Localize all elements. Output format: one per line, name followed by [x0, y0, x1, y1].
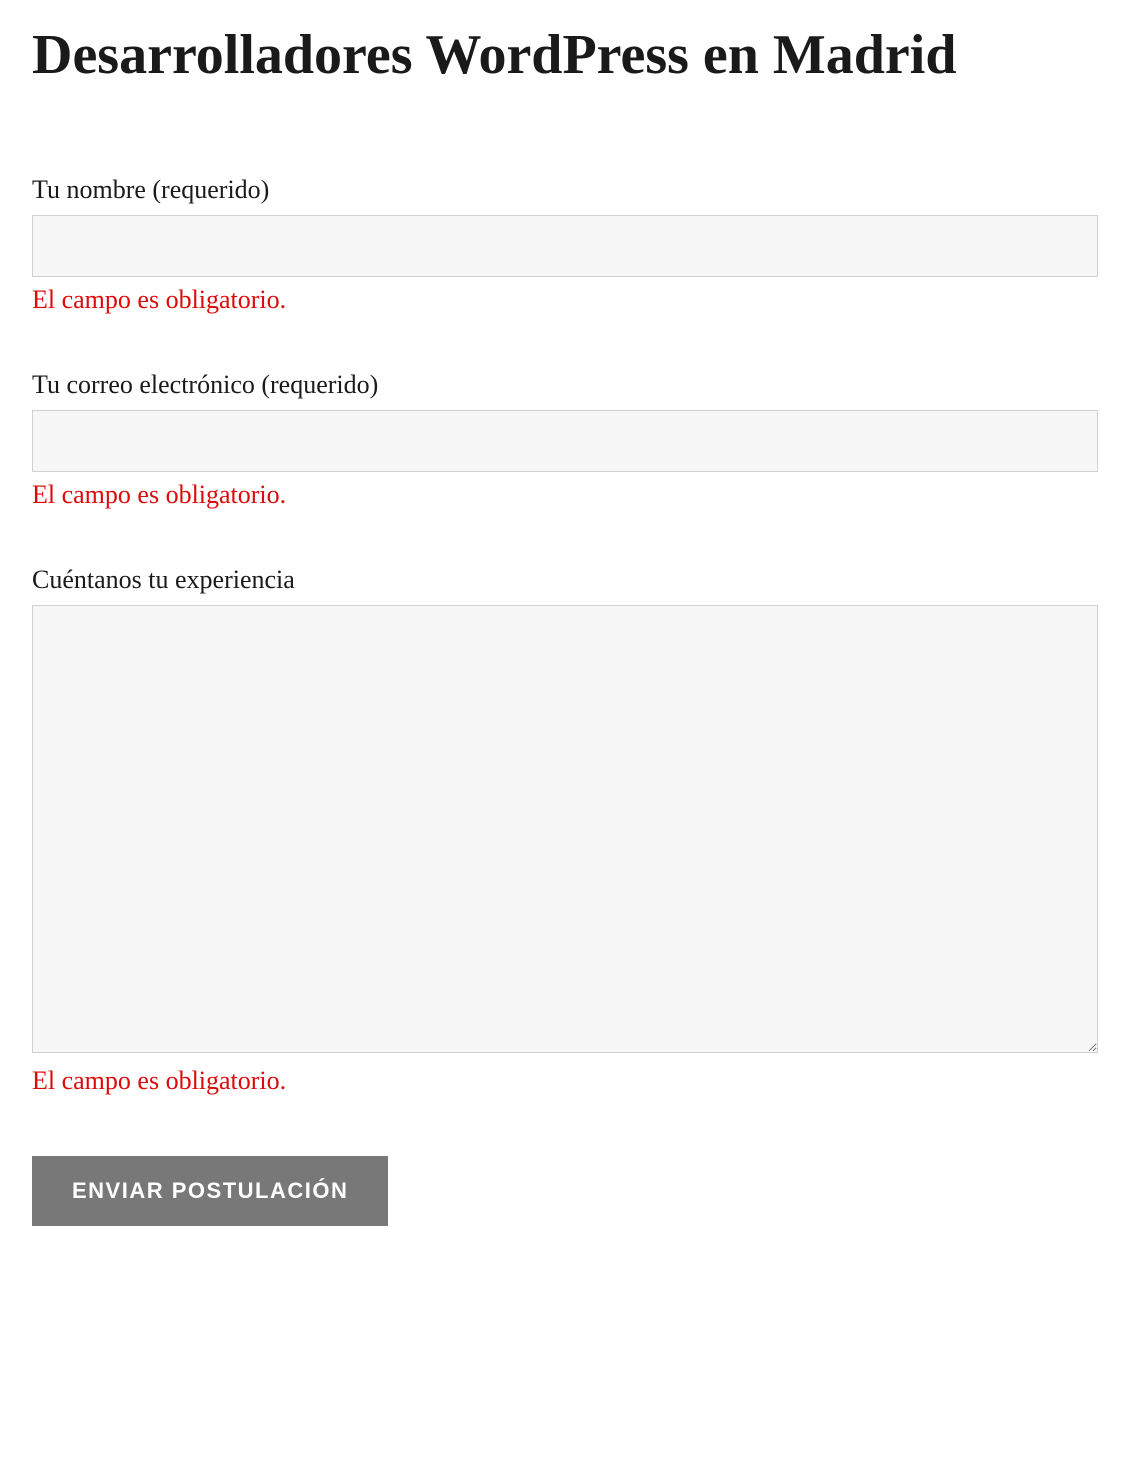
submit-button[interactable]: ENVIAR POSTULACIÓN	[32, 1156, 388, 1226]
name-input[interactable]	[32, 215, 1098, 277]
application-form: Tu nombre (requerido) El campo es obliga…	[32, 175, 1098, 1226]
experience-label: Cuéntanos tu experiencia	[32, 565, 1098, 595]
email-group: Tu correo electrónico (requerido) El cam…	[32, 370, 1098, 510]
name-label: Tu nombre (requerido)	[32, 175, 1098, 205]
experience-error: El campo es obligatorio.	[32, 1066, 1098, 1096]
email-input[interactable]	[32, 410, 1098, 472]
page-title: Desarrolladores WordPress en Madrid	[32, 20, 1098, 90]
experience-group: Cuéntanos tu experiencia El campo es obl…	[32, 565, 1098, 1096]
email-error: El campo es obligatorio.	[32, 480, 1098, 510]
name-error: El campo es obligatorio.	[32, 285, 1098, 315]
email-label: Tu correo electrónico (requerido)	[32, 370, 1098, 400]
experience-textarea[interactable]	[32, 605, 1098, 1053]
name-group: Tu nombre (requerido) El campo es obliga…	[32, 175, 1098, 315]
